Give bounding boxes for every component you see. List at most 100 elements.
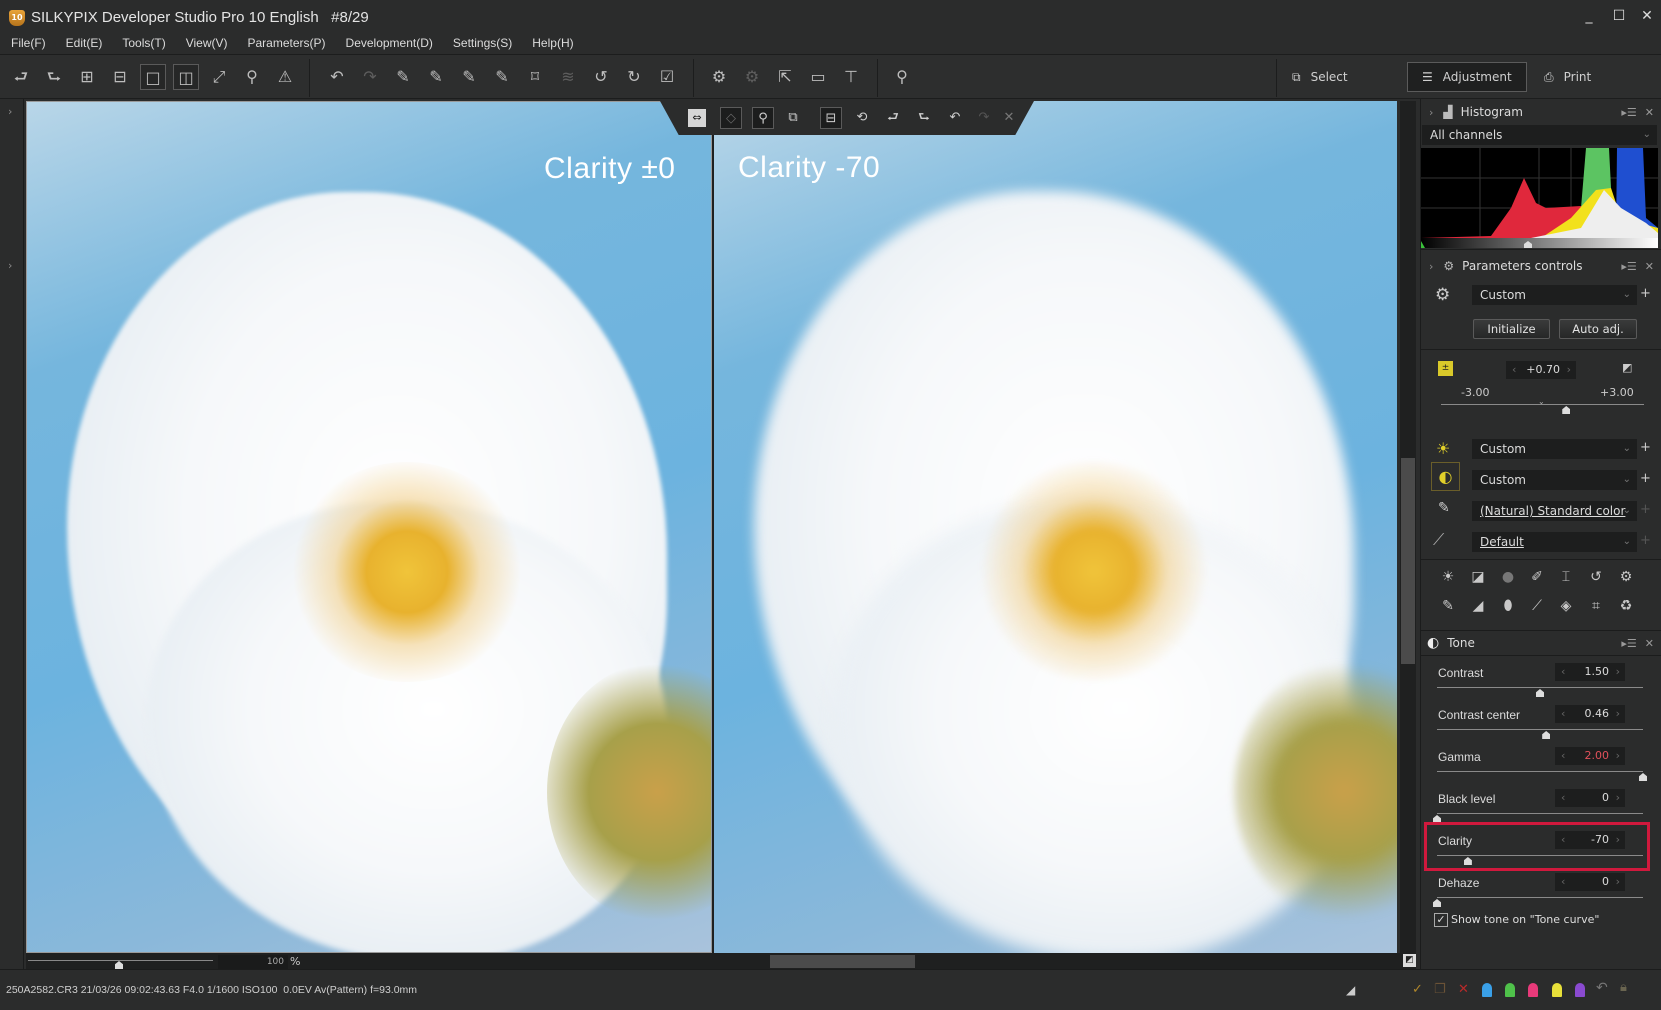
slider-thumb[interactable] (1536, 689, 1544, 697)
collapse-icon[interactable]: › (1429, 106, 1433, 119)
fullscreen-icon[interactable]: ⤢ (206, 64, 232, 90)
recycle-icon[interactable]: ♻ (1616, 596, 1636, 616)
tag-purple-icon[interactable] (1575, 983, 1585, 997)
menu-edit[interactable]: Edit(E) (55, 34, 112, 54)
gamma-stepper[interactable]: ‹ 2.00 › (1555, 747, 1625, 765)
exposure-tool-icon[interactable]: ☀ (1438, 567, 1458, 587)
horizontal-scroll-thumb[interactable] (770, 955, 915, 968)
add-preset-icon[interactable]: + (1640, 286, 1651, 301)
expand-left-panel-icon[interactable]: › (8, 105, 12, 118)
histogram-header[interactable]: › ▟ Histogram ▸☰ ✕ (1421, 101, 1661, 123)
menu-tools[interactable]: Tools(T) (111, 34, 174, 54)
lock-icon[interactable]: 🔒︎ (1620, 980, 1627, 995)
vertical-scroll-thumb[interactable] (1401, 458, 1415, 664)
rotate-right-icon[interactable]: ↻ (621, 64, 647, 90)
auto-exposure-icon[interactable]: ◩ (1622, 361, 1632, 374)
loupe-icon[interactable]: ⚲ (752, 107, 774, 129)
search-photo-icon[interactable]: ⚲ (889, 64, 915, 90)
contrast-center-slider[interactable] (1437, 729, 1643, 730)
contrast-center-stepper[interactable]: ‹ 0.46 › (1555, 705, 1625, 723)
photo-before[interactable]: Clarity ±0 (26, 101, 712, 953)
auto-adj-button[interactable]: Auto adj. (1559, 319, 1637, 339)
prev-photo-icon[interactable]: ⮐ (882, 107, 904, 129)
panel-close-icon[interactable]: ✕ (1645, 106, 1654, 119)
display-mode-icon[interactable]: ◢ (1346, 983, 1355, 997)
contrast-stepper[interactable]: ‹ 1.50 › (1555, 663, 1625, 681)
initialize-button[interactable]: Initialize (1473, 319, 1550, 339)
menu-help[interactable]: Help(H) (521, 34, 582, 54)
zoom-input[interactable]: 100 (218, 955, 288, 969)
add-wb-icon[interactable]: + (1640, 440, 1651, 455)
compare-view-icon[interactable]: ◫ (173, 64, 199, 90)
fisheye-icon[interactable]: ⬮ (1498, 596, 1518, 616)
menu-settings[interactable]: Settings(S) (442, 34, 521, 54)
overlay-icon[interactable]: ⧉ (782, 107, 804, 129)
tag-yellow-icon[interactable] (1552, 983, 1562, 997)
edit-icon[interactable]: ✐ (1527, 567, 1547, 587)
swap-right-icon[interactable]: ◇ (720, 107, 742, 129)
white-balance-select[interactable]: Custom ⌄ (1472, 439, 1637, 459)
color-select[interactable]: (Natural) Standard color ⌄ (1472, 501, 1637, 521)
select-mode-button[interactable]: ⧉ Select (1278, 62, 1362, 92)
warning-icon[interactable]: ⚠ (272, 64, 298, 90)
paste-tone-icon[interactable]: ✎ (423, 64, 449, 90)
add-tone-icon[interactable]: + (1640, 471, 1651, 486)
tag-pink-icon[interactable] (1528, 983, 1538, 997)
zoom-icon[interactable]: ⚲ (239, 64, 265, 90)
next-photo-icon[interactable]: ⮑ (41, 64, 67, 90)
rotate-left-icon[interactable]: ↺ (588, 64, 614, 90)
dehaze-slider[interactable] (1437, 897, 1643, 898)
export-icon[interactable]: ⇱ (772, 64, 798, 90)
gamma-slider[interactable] (1437, 771, 1643, 772)
next-photo-icon[interactable]: ⮑ (913, 107, 935, 129)
panel-menu-icon[interactable]: ▸☰ (1621, 106, 1636, 119)
save-params-icon[interactable]: ⚙ (706, 64, 732, 90)
black-level-slider[interactable] (1437, 813, 1643, 814)
prev-photo-icon[interactable]: ⮐ (8, 64, 34, 90)
mark-icon[interactable]: ☑ (654, 64, 680, 90)
lens-icon[interactable]: ⌶ (1556, 567, 1576, 587)
menu-file[interactable]: File(F) (0, 34, 55, 54)
menu-view[interactable]: View(V) (175, 34, 237, 54)
transform-icon[interactable]: ⌑ (522, 64, 548, 90)
navigator-icon[interactable]: ◩ (1403, 954, 1416, 967)
layers-icon[interactable]: ≋ (555, 64, 581, 90)
adjustment-mode-button[interactable]: ☰ Adjustment (1407, 62, 1527, 92)
maximize-button[interactable]: ☐ (1608, 6, 1630, 26)
exposure-stepper[interactable]: ‹ +0.70 › (1506, 361, 1576, 379)
single-view-icon[interactable]: □ (140, 64, 166, 90)
sync-icon[interactable]: ⟲ (851, 107, 873, 129)
panel-close-icon[interactable]: ✕ (1645, 260, 1654, 273)
hsl-icon[interactable]: ● (1498, 567, 1518, 587)
tag-green-icon[interactable] (1505, 983, 1515, 997)
spot-icon[interactable]: ✎ (1438, 596, 1458, 616)
tone-select[interactable]: Custom ⌄ (1472, 470, 1637, 490)
image-viewer[interactable]: Clarity ±0 Clarity -70 (26, 101, 1397, 953)
zoom-slider[interactable] (28, 960, 213, 961)
exposure-slider-thumb[interactable] (1562, 406, 1571, 414)
panel-close-icon[interactable]: ✕ (1645, 637, 1654, 650)
preset-select[interactable]: Custom ⌄ (1472, 285, 1637, 305)
close-icon[interactable]: ✕ (998, 107, 1020, 129)
paste-contrast-icon[interactable]: ✎ (456, 64, 482, 90)
copy-mark-icon[interactable]: ❐ (1434, 982, 1446, 997)
close-window-button[interactable]: ✕ (1636, 6, 1658, 26)
rotate-icon[interactable]: ↺ (1586, 567, 1606, 587)
revert-icon[interactable]: ↶ (1596, 980, 1608, 996)
preview-screen-icon[interactable]: ▭ (805, 64, 831, 90)
parameters-header[interactable]: › ⚙ Parameters controls ▸☰ ✕ (1421, 255, 1661, 277)
composite-icon[interactable]: ◈ (1556, 596, 1576, 616)
redo-icon[interactable]: ↷ (357, 64, 383, 90)
swap-left-icon[interactable]: ⇔ (688, 109, 706, 127)
tone-icon[interactable]: ◐ (1431, 462, 1460, 491)
hammer-icon[interactable]: ⊤ (838, 64, 864, 90)
slider-thumb[interactable] (1542, 731, 1551, 739)
tone-curve-icon[interactable]: ◪ (1468, 567, 1488, 587)
contrast-slider[interactable] (1437, 687, 1643, 688)
menu-parameters[interactable]: Parameters(P) (237, 34, 335, 54)
show-tone-checkbox[interactable]: ✓ (1434, 913, 1448, 927)
panel-menu-icon[interactable]: ▸☰ (1621, 637, 1636, 650)
sharpness-select[interactable]: Default ⌄ (1472, 532, 1637, 552)
photo-after[interactable]: Clarity -70 (714, 101, 1397, 953)
link-views-icon[interactable]: ⊟ (820, 107, 842, 129)
